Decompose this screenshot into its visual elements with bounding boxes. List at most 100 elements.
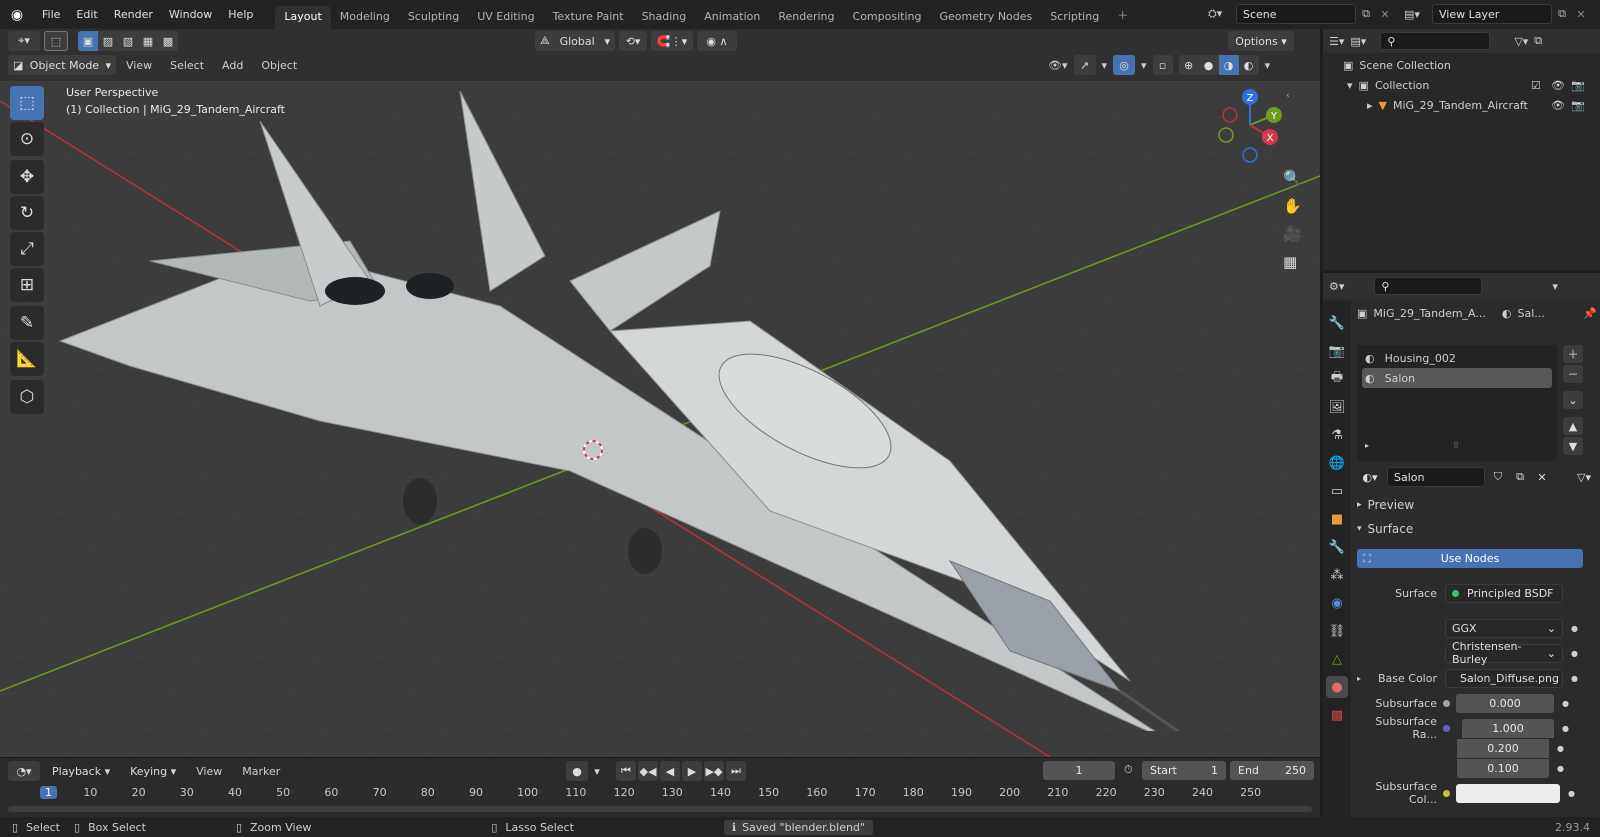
new-scene-icon[interactable]: ⧉ bbox=[1356, 7, 1376, 21]
new-view-layer-icon[interactable]: ⧉ bbox=[1552, 7, 1572, 21]
annotate-tool-icon[interactable]: ✎ bbox=[10, 306, 44, 340]
measure-tool-icon[interactable]: 📐 bbox=[10, 342, 44, 376]
current-frame-field[interactable]: 1 bbox=[1043, 761, 1115, 780]
view-layer-icon[interactable]: ▤▾ bbox=[1404, 8, 1432, 21]
status-report-message[interactable]: ℹ Saved "blender.blend" bbox=[723, 819, 873, 835]
wireframe-shading-icon[interactable]: ⊕ bbox=[1178, 55, 1199, 75]
timeline-menu-marker[interactable]: Marker bbox=[234, 765, 288, 778]
output-tab-icon[interactable]: 🖶 bbox=[1326, 368, 1348, 390]
tab-uv-editing[interactable]: UV Editing bbox=[468, 6, 543, 29]
tab-modeling[interactable]: Modeling bbox=[331, 6, 399, 29]
tab-shading[interactable]: Shading bbox=[633, 6, 696, 29]
menu-help[interactable]: Help bbox=[220, 8, 261, 21]
options-dropdown[interactable]: Options ▾ bbox=[1228, 31, 1294, 51]
physics-tab-icon[interactable]: ◉ bbox=[1326, 592, 1348, 614]
camera-view-icon[interactable]: 🎥 bbox=[1283, 225, 1302, 243]
scene-icon[interactable]: ⛭▾ bbox=[1208, 7, 1236, 21]
duplicate-material-icon[interactable]: ⧉ bbox=[1511, 467, 1529, 487]
menu-window[interactable]: Window bbox=[161, 8, 220, 21]
subsurface-radius-y-field[interactable]: 0.200 bbox=[1457, 738, 1549, 758]
unlink-material-icon[interactable]: ✕ bbox=[1533, 467, 1551, 487]
add-workspace-icon[interactable]: ＋ bbox=[1108, 3, 1137, 29]
rendered-shading-icon[interactable]: ◐ bbox=[1238, 55, 1259, 75]
expand-arrow-icon[interactable]: ▸ bbox=[1357, 674, 1367, 683]
preview-panel-header[interactable]: ▸ Preview bbox=[1357, 495, 1597, 515]
menu-file[interactable]: File bbox=[34, 8, 68, 21]
jump-end-icon[interactable]: ⏭ bbox=[726, 761, 746, 781]
add-cube-tool-icon[interactable]: ⬡ bbox=[10, 380, 44, 414]
select-new-icon[interactable]: ▣ bbox=[78, 31, 98, 51]
view-layer-name-field[interactable]: View Layer bbox=[1432, 4, 1552, 24]
tab-scripting[interactable]: Scripting bbox=[1041, 6, 1108, 29]
sidebar-toggle-icon[interactable]: ‹ bbox=[1286, 91, 1290, 101]
particles-tab-icon[interactable]: ⁂ bbox=[1326, 564, 1348, 586]
outliner-search-input[interactable]: ⚲ bbox=[1380, 32, 1491, 50]
pivot-point-icon[interactable]: ⟲▾ bbox=[619, 31, 647, 51]
render-camera-icon[interactable]: 📷 bbox=[1571, 79, 1585, 92]
transform-orientation-dropdown[interactable]: ⟁ Global ▾ bbox=[535, 31, 615, 51]
display-mode-icon[interactable]: ▤▾ bbox=[1350, 35, 1366, 48]
proportional-edit-icon[interactable]: ◉ ∧ bbox=[697, 31, 737, 51]
collection-tab-icon[interactable]: ▭ bbox=[1326, 480, 1348, 502]
jump-keyframe-forward-icon[interactable]: ▶◆ bbox=[704, 761, 724, 781]
subsurface-color-swatch[interactable] bbox=[1456, 783, 1560, 803]
rotate-tool-icon[interactable]: ↻ bbox=[10, 196, 44, 230]
keyframe-dot-icon[interactable]: ● bbox=[1557, 744, 1564, 753]
move-slot-down-icon[interactable]: ▼ bbox=[1563, 437, 1583, 455]
keyframe-dot-icon[interactable]: ● bbox=[1571, 624, 1578, 633]
browse-material-icon[interactable]: ◐▾ bbox=[1357, 467, 1383, 487]
subsurface-radius-x-field[interactable]: 1.000 bbox=[1462, 718, 1554, 738]
keyframe-dot-icon[interactable]: ● bbox=[1568, 789, 1575, 798]
menu-render[interactable]: Render bbox=[106, 8, 161, 21]
play-reverse-icon[interactable]: ◀ bbox=[660, 761, 680, 781]
delete-view-layer-icon[interactable]: ✕ bbox=[1572, 8, 1590, 21]
add-slot-icon[interactable]: ＋ bbox=[1563, 345, 1583, 363]
hide-eye-icon[interactable]: 👁 bbox=[1551, 79, 1565, 92]
material-tab-icon[interactable]: ● bbox=[1326, 676, 1348, 698]
keyframe-dot-icon[interactable]: ● bbox=[1571, 649, 1578, 658]
remove-slot-icon[interactable]: － bbox=[1563, 365, 1583, 383]
surface-panel-header[interactable]: ▾ Surface bbox=[1357, 519, 1597, 539]
tab-animation[interactable]: Animation bbox=[695, 6, 769, 29]
view-layer-tab-icon[interactable]: 🖼 bbox=[1326, 396, 1348, 418]
keying-chevron-icon[interactable]: ▾ bbox=[590, 761, 604, 781]
blender-logo-icon[interactable]: ◉ bbox=[0, 7, 34, 23]
auto-keying-icon[interactable]: ● bbox=[566, 761, 588, 781]
fake-user-shield-icon[interactable]: ⛉ bbox=[1489, 467, 1507, 487]
properties-search-input[interactable]: ⚲ bbox=[1374, 277, 1483, 295]
surface-shader-selector[interactable]: Principled BSDF bbox=[1445, 583, 1563, 603]
data-tab-icon[interactable]: △ bbox=[1326, 648, 1348, 670]
play-icon[interactable]: ▶ bbox=[682, 761, 702, 781]
subsurface-field[interactable]: 0.000 bbox=[1456, 693, 1554, 713]
scene-tab-icon[interactable]: ⚗ bbox=[1326, 424, 1348, 446]
material-slot-item[interactable]: ◐ Housing_002 bbox=[1357, 348, 1557, 368]
cursor-tool-icon[interactable]: ⊙ bbox=[10, 122, 44, 156]
subsurface-method-dropdown[interactable]: Christensen-Burley ⌄ bbox=[1445, 640, 1563, 666]
expand-chevron-icon[interactable]: ▾ bbox=[1347, 79, 1353, 92]
slot-specials-icon[interactable]: ⌄ bbox=[1563, 391, 1583, 409]
filter-icon[interactable]: ▽▾ bbox=[1514, 35, 1528, 48]
tab-sculpting[interactable]: Sculpting bbox=[399, 6, 468, 29]
pan-hand-icon[interactable]: ✋ bbox=[1283, 197, 1302, 215]
jump-keyframe-back-icon[interactable]: ◆◀ bbox=[638, 761, 658, 781]
header-menu-select[interactable]: Select bbox=[162, 59, 212, 72]
timeline-menu-view[interactable]: View bbox=[188, 765, 230, 778]
keyframe-dot-icon[interactable]: ● bbox=[1562, 699, 1569, 708]
editor-type-icon[interactable]: ⌖▾ bbox=[8, 31, 40, 51]
render-tab-icon[interactable]: 📷 bbox=[1326, 340, 1348, 362]
delete-scene-icon[interactable]: ✕ bbox=[1376, 8, 1394, 21]
object-tab-icon[interactable]: ■ bbox=[1326, 508, 1348, 530]
material-name-field[interactable]: Salon bbox=[1387, 467, 1485, 487]
gizmo-toggle-icon[interactable]: ↗ bbox=[1073, 55, 1096, 75]
navigation-gizmo[interactable]: Z Y X bbox=[1210, 85, 1290, 165]
scene-name-field[interactable]: Scene bbox=[1236, 4, 1356, 24]
header-menu-object[interactable]: Object bbox=[253, 59, 305, 72]
menu-edit[interactable]: Edit bbox=[68, 8, 105, 21]
mode-dropdown[interactable]: ◪ Object Mode ▾ bbox=[8, 55, 116, 75]
jump-start-icon[interactable]: ⏮ bbox=[616, 761, 636, 781]
visibility-icon[interactable]: 👁▾ bbox=[1048, 59, 1068, 72]
expand-arrow-icon[interactable]: ▸ bbox=[1367, 99, 1373, 112]
material-shading-icon[interactable]: ◑ bbox=[1218, 55, 1239, 75]
tab-compositing[interactable]: Compositing bbox=[844, 6, 931, 29]
constraints-tab-icon[interactable]: ⛓ bbox=[1326, 620, 1348, 642]
